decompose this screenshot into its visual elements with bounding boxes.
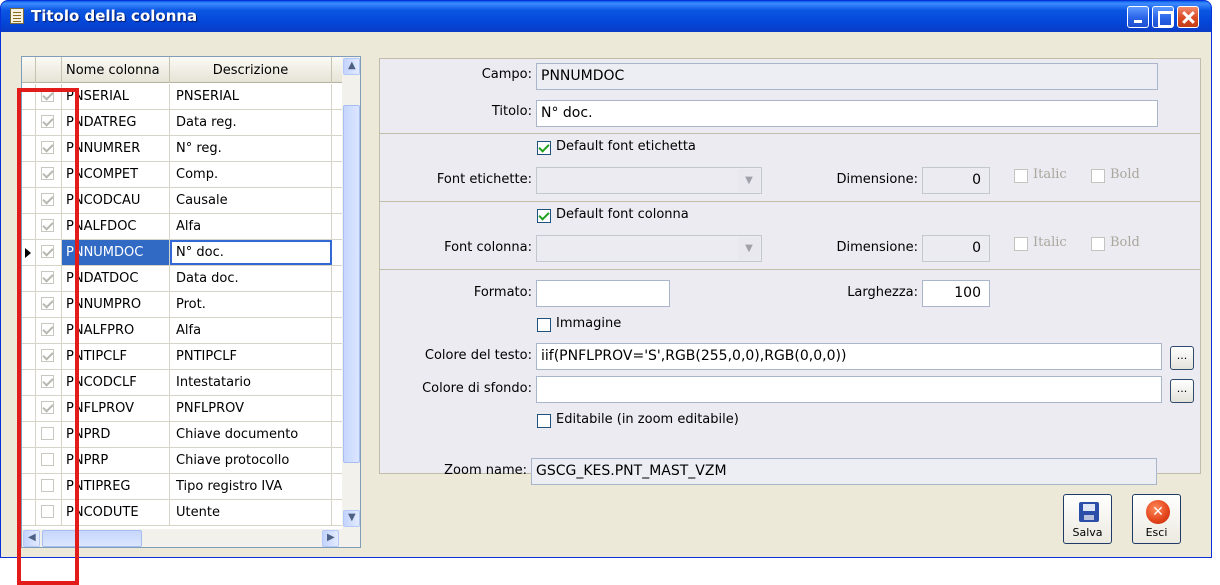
dialog-body: Nome colonna Descrizione PNSERIAL PNSERIA… [5, 32, 1208, 585]
scroll-right-button[interactable]: ▶ [322, 530, 339, 547]
row-description[interactable]: Intestatario [170, 370, 332, 395]
vertical-scrollbar[interactable]: ▲ ▼ [342, 57, 360, 529]
colore-testo-picker-button[interactable]: ... [1170, 346, 1194, 370]
row-description[interactable]: Data doc. [170, 266, 332, 291]
italic-colonna-label: Italic [1033, 235, 1067, 250]
editabile-checkbox[interactable] [537, 414, 551, 428]
close-circle-icon: ✕ [1146, 500, 1170, 524]
separator [380, 269, 1200, 270]
default-font-colonna-label: Default font colonna [556, 207, 689, 222]
bold-colonna-label: Bold [1110, 235, 1140, 250]
campo-label: Campo: [481, 67, 532, 82]
row-description[interactable]: Chiave protocollo [170, 448, 332, 473]
row-description[interactable]: N° reg. [170, 136, 332, 161]
formato-field[interactable] [536, 280, 670, 307]
default-font-etichetta-checkbox[interactable] [537, 141, 551, 155]
font-etichette-label: Font etichette: [436, 172, 532, 187]
row-description[interactable]: Alfa [170, 318, 332, 343]
italic-etichette-checkbox[interactable] [1014, 169, 1028, 183]
vertical-scroll-thumb[interactable] [343, 105, 360, 463]
row-description[interactable]: PNSERIAL [170, 84, 332, 109]
zoom-name-field[interactable]: GSCG_KES.PNT_MAST_VZM [531, 458, 1157, 485]
font-colonna-combo[interactable]: ▼ [536, 235, 762, 262]
chevron-up-icon: ▲ [348, 60, 356, 71]
editabile-label: Editabile (in zoom editabile) [556, 412, 739, 427]
chevron-down-icon: ▼ [348, 512, 356, 523]
row-description[interactable]: Comp. [170, 162, 332, 187]
header-indicator [22, 57, 36, 83]
header-descrizione[interactable]: Descrizione [170, 57, 332, 83]
chevron-down-icon[interactable]: ▼ [738, 169, 760, 192]
row-description[interactable]: PNTIPCLF [170, 344, 332, 369]
titolo-field[interactable]: N° doc. [536, 100, 1158, 127]
immagine-checkbox[interactable] [537, 318, 551, 332]
italic-colonna-checkbox[interactable] [1014, 237, 1028, 251]
row-description[interactable]: Chiave documento [170, 422, 332, 447]
row-description[interactable]: PNFLPROV [170, 396, 332, 421]
separator [380, 201, 1200, 202]
default-font-colonna-checkbox[interactable] [537, 209, 551, 223]
scroll-up-button[interactable]: ▲ [343, 58, 360, 75]
formato-label: Formato: [473, 285, 532, 300]
salva-button[interactable]: Salva [1063, 494, 1112, 544]
colore-testo-field[interactable]: iif(PNFLPROV='S',RGB(255,0,0),RGB(0,0,0)… [536, 343, 1162, 370]
immagine-label: Immagine [556, 316, 622, 331]
larghezza-label: Larghezza: [847, 285, 918, 300]
font-etichette-combo[interactable]: ▼ [536, 167, 762, 194]
dimensione-colonna-label: Dimensione: [836, 240, 918, 255]
chevron-down-icon[interactable]: ▼ [738, 237, 760, 260]
colore-sfondo-picker-button[interactable]: ... [1170, 379, 1194, 403]
title-bar[interactable]: Titolo della colonna [1, 1, 1211, 32]
floppy-disk-icon [1079, 502, 1099, 522]
row-description[interactable]: Prot. [170, 292, 332, 317]
row-description[interactable]: Utente [170, 500, 332, 525]
minimize-button[interactable] [1127, 6, 1149, 28]
default-font-etichetta-label: Default font etichetta [556, 139, 696, 154]
zoom-name-label: Zoom name: [444, 463, 527, 478]
row-description[interactable]: N° doc. [170, 240, 332, 265]
colore-sfondo-label: Colore di sfondo: [422, 381, 532, 396]
dimensione-etichette-field[interactable]: 0 [922, 167, 990, 194]
highlight-box [17, 88, 79, 585]
titolo-label: Titolo: [491, 104, 532, 119]
bold-colonna-checkbox[interactable] [1091, 237, 1105, 251]
separator [380, 133, 1200, 134]
grid-header: Nome colonna Descrizione [22, 57, 342, 83]
scroll-down-button[interactable]: ▼ [343, 510, 360, 527]
italic-etichette-label: Italic [1033, 167, 1067, 182]
font-colonna-label: Font colonna: [444, 240, 532, 255]
dimensione-colonna-field[interactable]: 0 [922, 235, 990, 262]
maximize-button[interactable] [1152, 6, 1174, 28]
bold-etichette-label: Bold [1110, 167, 1140, 182]
dimensione-etichette-label: Dimensione: [836, 172, 918, 187]
colore-testo-label: Colore del testo: [424, 348, 532, 363]
bold-etichette-checkbox[interactable] [1091, 169, 1105, 183]
esci-label: Esci [1145, 526, 1168, 539]
esci-button[interactable]: ✕ Esci [1132, 494, 1181, 544]
campo-field[interactable]: PNNUMDOC [536, 63, 1158, 90]
row-description[interactable]: Tipo registro IVA [170, 474, 332, 499]
row-description[interactable]: Causale [170, 188, 332, 213]
larghezza-field[interactable]: 100 [922, 280, 990, 307]
dialog-window: Titolo della colonna Nome colonna Descri… [0, 0, 1212, 585]
document-icon [10, 8, 24, 24]
salva-label: Salva [1072, 526, 1103, 539]
header-check[interactable] [36, 57, 62, 83]
window-title: Titolo della colonna [31, 7, 198, 25]
header-nome-colonna[interactable]: Nome colonna [62, 57, 170, 83]
colore-sfondo-field[interactable] [536, 376, 1162, 403]
row-description[interactable]: Data reg. [170, 110, 332, 135]
row-description[interactable]: Alfa [170, 214, 332, 239]
chevron-right-icon: ▶ [327, 532, 335, 543]
properties-panel: Campo: PNNUMDOC Titolo: N° doc. Default … [379, 58, 1201, 474]
close-button[interactable] [1177, 6, 1199, 28]
